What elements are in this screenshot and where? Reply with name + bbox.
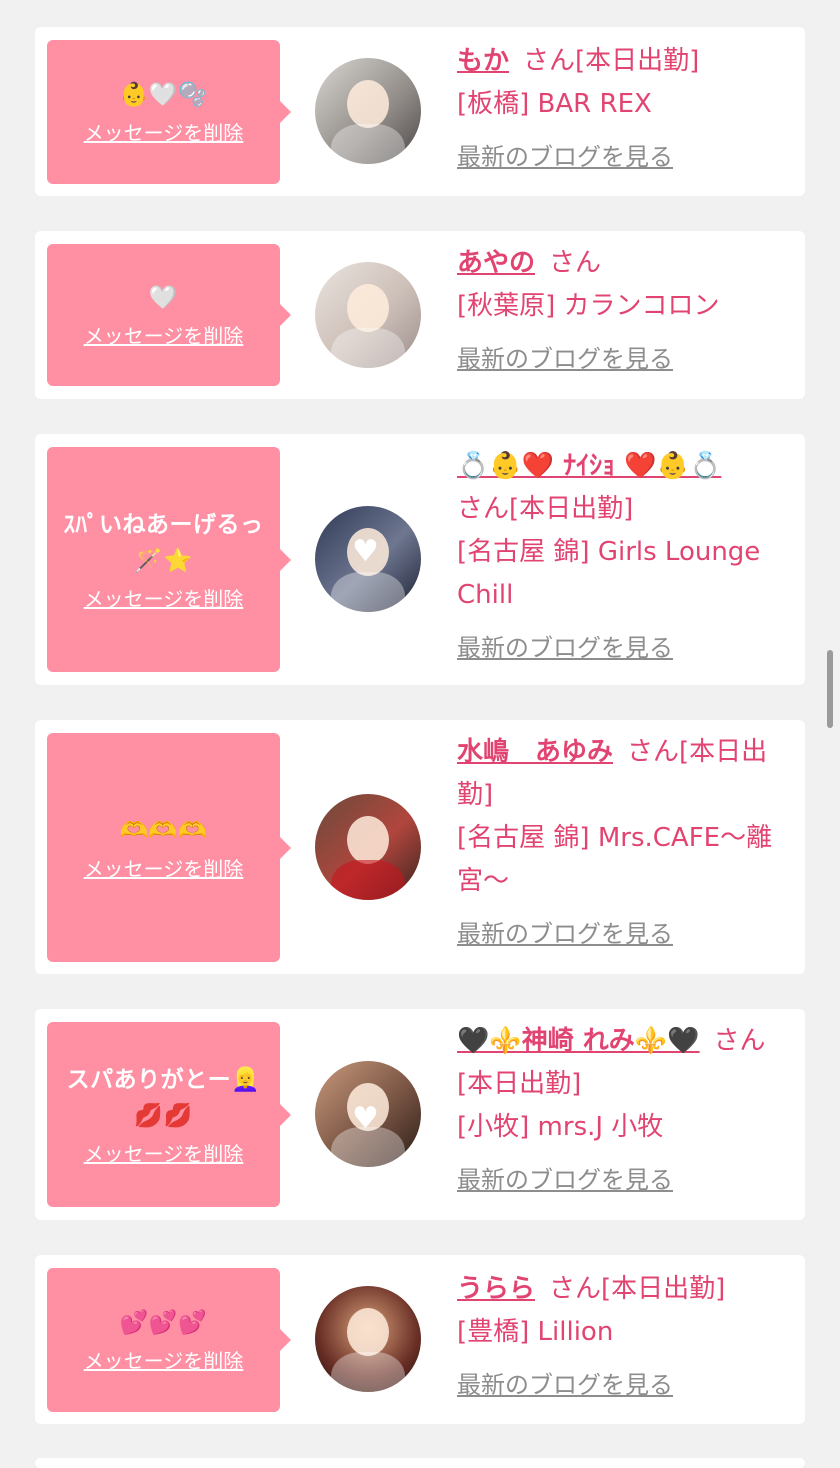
delete-message-link[interactable]: メッセージを削除 [84, 1140, 244, 1168]
delete-message-link[interactable]: メッセージを削除 [84, 855, 244, 883]
message-card [35, 1458, 805, 1468]
message-text: 🫶🫶🫶 [119, 817, 208, 844]
honorific: さん [549, 248, 602, 278]
message-text: 👶🤍🫧 [119, 82, 208, 108]
delete-message-link[interactable]: メッセージを削除 [84, 322, 244, 350]
message-card: 💕💕💕 メッセージを削除 うらら さん[本日出勤] [豊橋] Lillion 最新… [35, 1255, 805, 1424]
latest-blog-link[interactable]: 最新のブログを見る [457, 1159, 787, 1202]
cast-name-link[interactable]: 🖤⚜️神崎 れみ⚜️🖤 [457, 1026, 700, 1056]
message-card: 🤍 メッセージを削除 あやの さん [秋葉原] カランコロン 最新のブログを見る [35, 231, 805, 399]
honorific: さん [523, 46, 576, 76]
message-card: 🫶🫶🫶 メッセージを削除 水嶋 あゆみ さん[本日出勤] [名古屋 錦] Mrs.… [35, 720, 805, 974]
status-label: [本日出勤] [575, 46, 700, 76]
delete-message-link[interactable]: メッセージを削除 [84, 585, 244, 613]
cast-name-link[interactable]: もか [457, 46, 509, 76]
shop-label: [豊橋] Lillion [457, 1317, 614, 1347]
message-bubble: 🤍 メッセージを削除 [47, 244, 291, 386]
avatar[interactable] [315, 262, 421, 368]
message-text: スパありがとー👱‍♀️💋💋 [66, 1066, 261, 1129]
status-label: [本日出勤] [509, 494, 634, 524]
honorific: さん [627, 737, 680, 767]
shop-label: [名古屋 錦] Girls Lounge Chill [457, 537, 761, 610]
shop-label: [名古屋 錦] Mrs.CAFE～離宮～ [457, 823, 773, 896]
message-card: ｽﾊﾟいねあーげるっ🪄⭐ メッセージを削除 ♥ 💍👶❤️ ﾅｲｼｮ ❤️👶💍 さん… [35, 434, 805, 685]
heart-icon: ♥ [352, 1101, 379, 1136]
cast-info: もか さん[本日出勤] [板橋] BAR REX 最新のブログを見る [457, 40, 787, 179]
cast-name-link[interactable]: うらら [457, 1274, 535, 1304]
cast-info: あやの さん [秋葉原] カランコロン 最新のブログを見る [457, 242, 787, 381]
cast-info: 水嶋 あゆみ さん[本日出勤] [名古屋 錦] Mrs.CAFE～離宮～ 最新のブ… [457, 731, 787, 956]
honorific: さん [549, 1274, 602, 1304]
latest-blog-link[interactable]: 最新のブログを見る [457, 1364, 787, 1407]
message-bubble: 💕💕💕 メッセージを削除 [47, 1268, 291, 1412]
message-bubble: 🫶🫶🫶 メッセージを削除 [47, 733, 291, 962]
message-card: 👶🤍🫧 メッセージを削除 もか さん[本日出勤] [板橋] BAR REX 最新の… [35, 27, 805, 196]
message-bubble: スパありがとー👱‍♀️💋💋 メッセージを削除 [47, 1022, 291, 1207]
message-text: 💕💕💕 [119, 1310, 208, 1336]
shop-label: [板橋] BAR REX [457, 89, 652, 119]
message-card: スパありがとー👱‍♀️💋💋 メッセージを削除 ♥ 🖤⚜️神崎 れみ⚜️🖤 さん [本… [35, 1009, 805, 1220]
avatar[interactable]: ♥ [315, 1061, 421, 1167]
cast-info: 💍👶❤️ ﾅｲｼｮ ❤️👶💍 さん[本日出勤] [名古屋 錦] Girls Lou… [457, 445, 787, 670]
latest-blog-link[interactable]: 最新のブログを見る [457, 627, 787, 670]
avatar[interactable] [315, 794, 421, 900]
vertical-scrollbar[interactable] [827, 650, 833, 728]
heart-icon: ♥ [352, 534, 379, 569]
latest-blog-link[interactable]: 最新のブログを見る [457, 136, 787, 179]
message-text: ｽﾊﾟいねあーげるっ🪄⭐ [63, 511, 264, 574]
delete-message-link[interactable]: メッセージを削除 [84, 1347, 244, 1375]
latest-blog-link[interactable]: 最新のブログを見る [457, 913, 787, 956]
latest-blog-link[interactable]: 最新のブログを見る [457, 338, 787, 381]
avatar[interactable] [315, 58, 421, 164]
message-bubble: ｽﾊﾟいねあーげるっ🪄⭐ メッセージを削除 [47, 447, 291, 672]
message-text: 🤍 [148, 285, 179, 311]
shop-label: [小牧] mrs.J 小牧 [457, 1112, 664, 1142]
avatar[interactable]: ♥ [315, 506, 421, 612]
shop-label: [秋葉原] カランコロン [457, 291, 720, 321]
status-label: [本日出勤] [457, 1069, 582, 1099]
cast-info: 🖤⚜️神崎 れみ⚜️🖤 さん [本日出勤] [小牧] mrs.J 小牧 最新のブログ… [457, 1020, 787, 1202]
honorific: さん [457, 494, 510, 524]
delete-message-link[interactable]: メッセージを削除 [84, 119, 244, 147]
cast-name-link[interactable]: 水嶋 あゆみ [457, 737, 613, 767]
avatar[interactable] [315, 1286, 421, 1392]
cast-name-link[interactable]: あやの [457, 248, 535, 278]
cast-info: うらら さん[本日出勤] [豊橋] Lillion 最新のブログを見る [457, 1268, 787, 1407]
status-label: [本日出勤] [601, 1274, 726, 1304]
message-bubble: 👶🤍🫧 メッセージを削除 [47, 40, 291, 184]
honorific: さん [713, 1026, 766, 1056]
cast-name-link[interactable]: 💍👶❤️ ﾅｲｼｮ ❤️👶💍 [457, 451, 721, 481]
